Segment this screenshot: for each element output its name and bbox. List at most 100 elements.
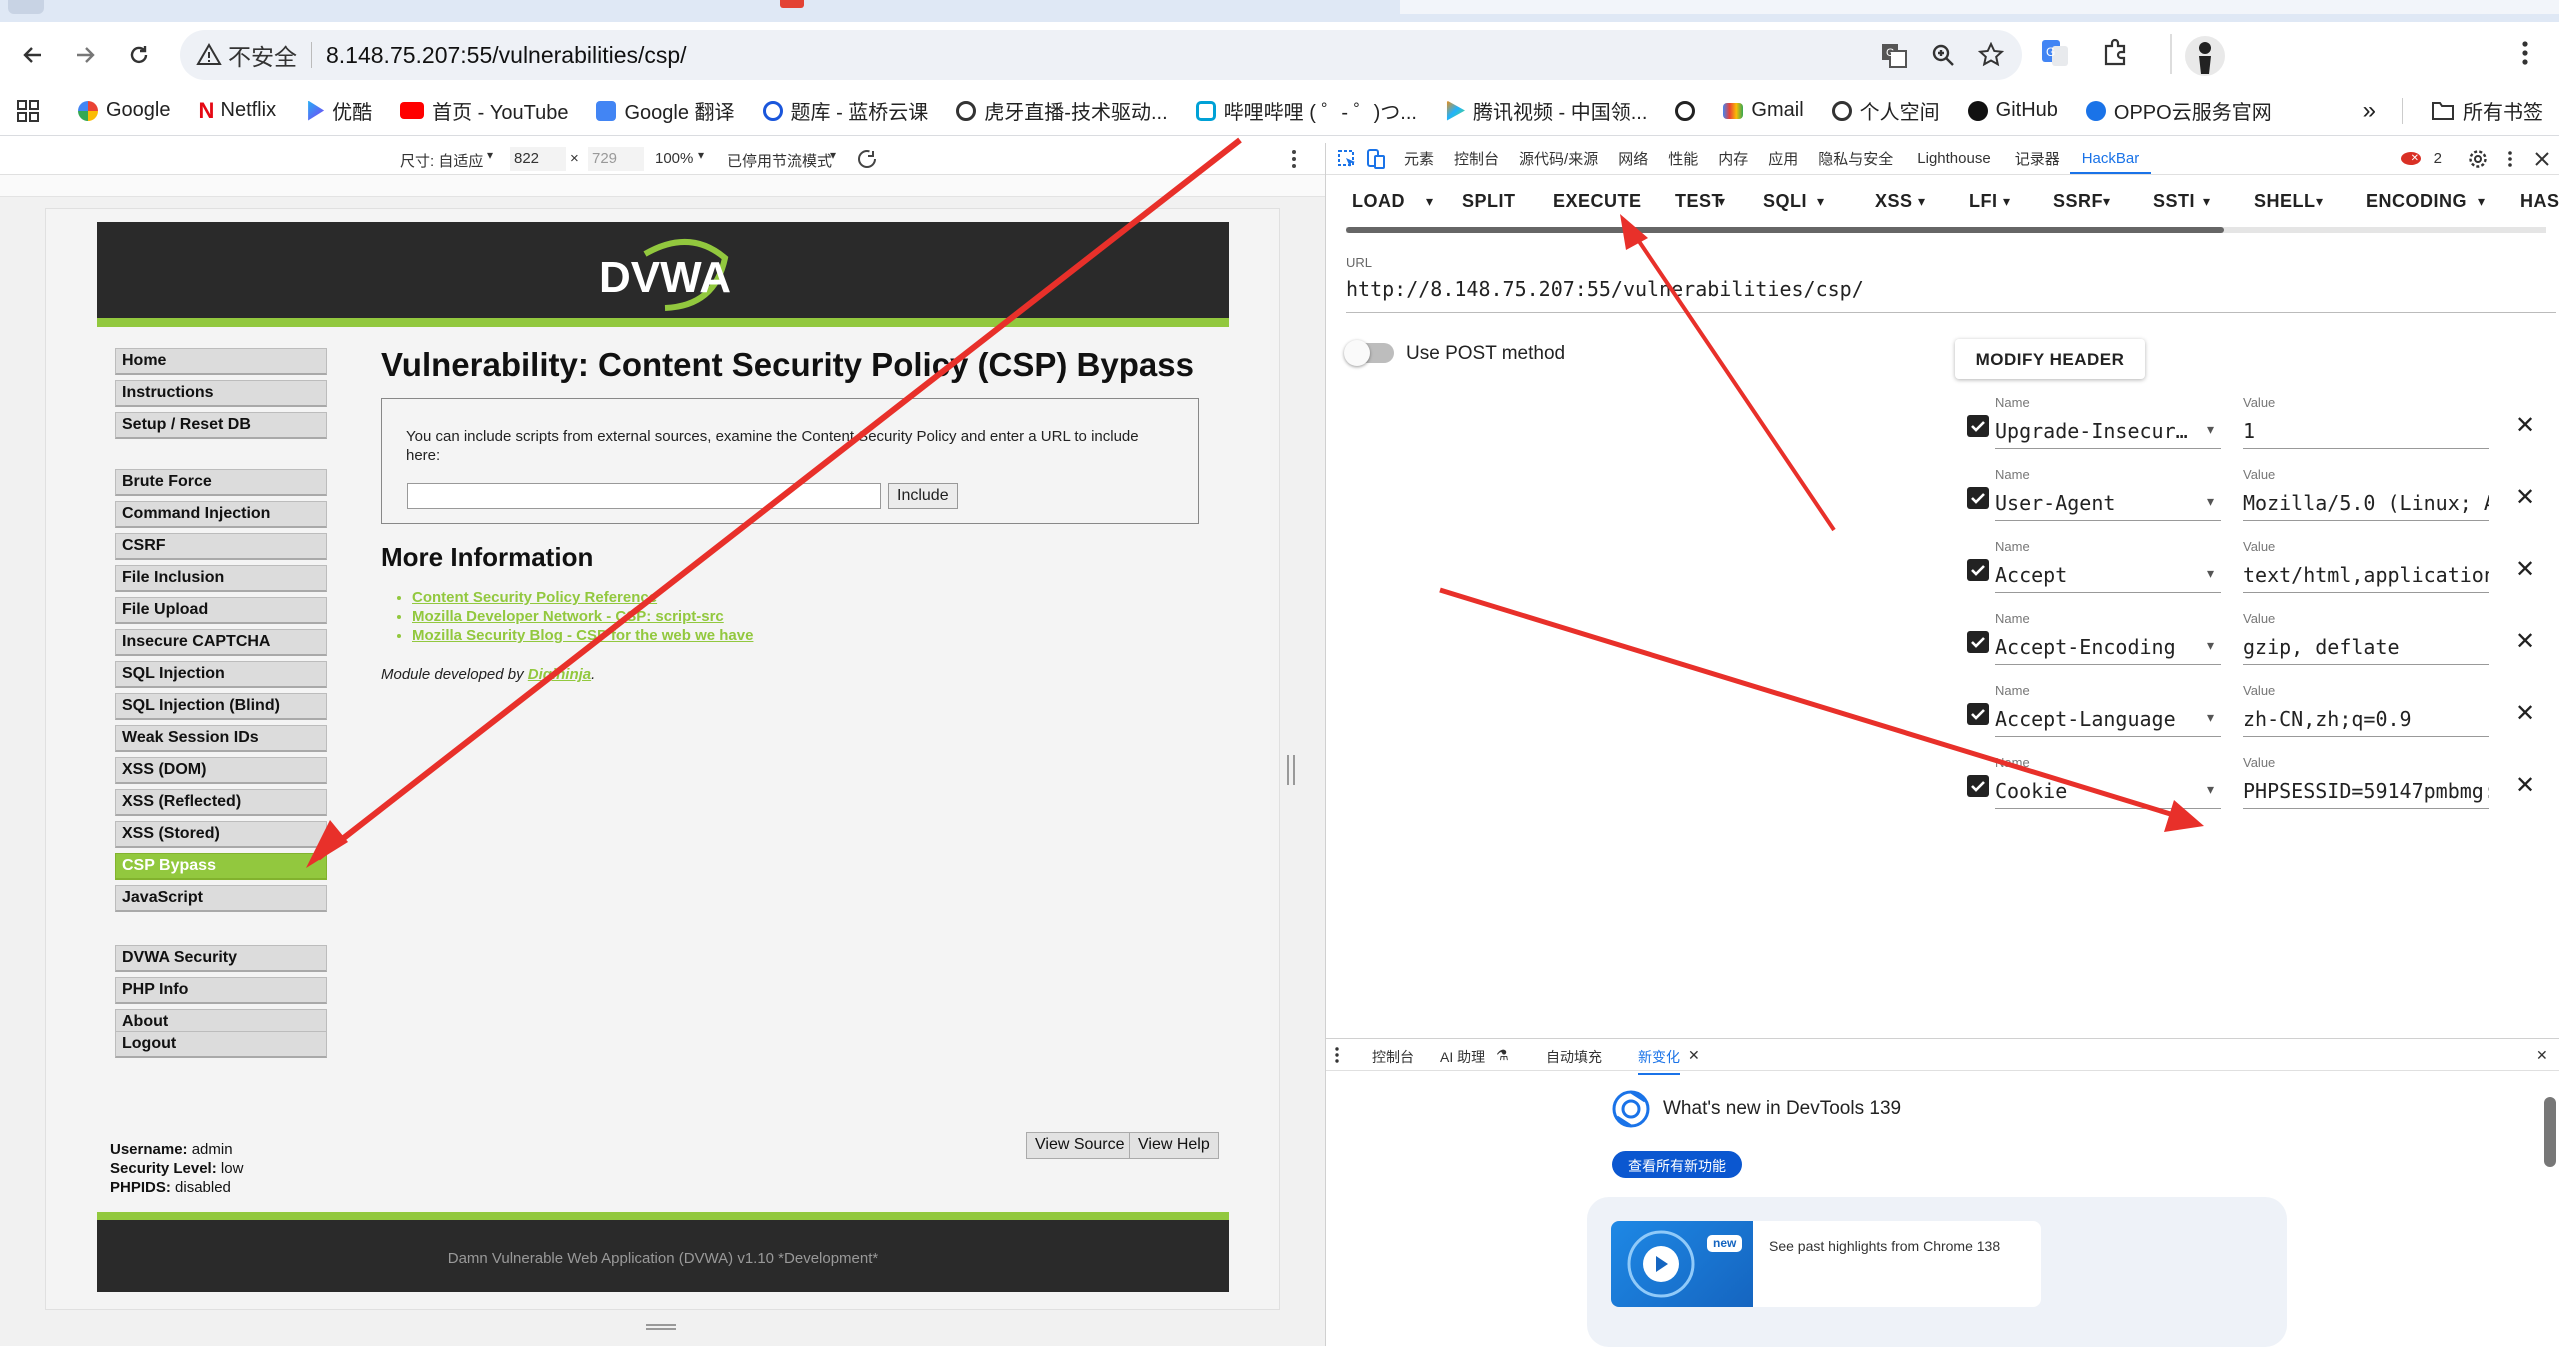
menu-item-brute-force[interactable]: Brute Force [115, 469, 327, 496]
tab-elements[interactable]: 元素 [1394, 148, 1444, 169]
sqli-menu[interactable]: SQLI [1763, 191, 1807, 212]
forward-button[interactable] [68, 38, 102, 72]
device-toolbar-icon[interactable] [1364, 148, 1386, 170]
header-enabled-checkbox[interactable] [1967, 559, 1989, 581]
menu-item-xss-reflected[interactable]: XSS (Reflected) [115, 789, 327, 816]
all-bookmarks-button[interactable]: 所有书签 [2417, 96, 2559, 125]
remove-header-icon[interactable]: ✕ [2515, 411, 2535, 440]
profile-avatar[interactable] [2185, 36, 2225, 76]
bookmark-huya[interactable]: 虎牙直播-技术驱动... [942, 96, 1181, 125]
menu-item-weak-session-ids[interactable]: Weak Session IDs [115, 725, 327, 752]
menu-item-file-inclusion[interactable]: File Inclusion [115, 565, 327, 592]
hackbar-url-input[interactable]: http://8.148.75.207:55/vulnerabilities/c… [1346, 277, 2556, 313]
shell-menu[interactable]: SHELL [2254, 191, 2316, 212]
tab-stub[interactable] [8, 0, 44, 14]
more-options-icon[interactable] [2506, 149, 2514, 169]
height-input[interactable]: 729 [588, 147, 644, 171]
header-name-select[interactable]: Upgrade-Insecur… [1995, 417, 2221, 449]
toggle-knob[interactable] [1344, 340, 1370, 366]
menu-item-logout[interactable]: Logout [115, 1031, 327, 1058]
tab-hackbar[interactable]: HackBar [2069, 144, 2152, 174]
include-url-input[interactable] [407, 483, 881, 509]
tab-sources[interactable]: 源代码/来源 [1509, 148, 1608, 169]
tab-application[interactable]: 应用 [1758, 148, 1808, 169]
encoding-menu[interactable]: ENCODING [2366, 191, 2467, 212]
bookmark-openai[interactable] [1661, 100, 1709, 121]
view-help-button[interactable]: View Help [1129, 1132, 1219, 1159]
remove-header-icon[interactable]: ✕ [2515, 627, 2535, 656]
more-bookmarks-button[interactable]: » [2363, 97, 2376, 125]
menu-item-xss-dom[interactable]: XSS (DOM) [115, 757, 327, 784]
menu-item-xss-stored[interactable]: XSS (Stored) [115, 821, 327, 848]
header-name-select[interactable]: Accept-Encoding [1995, 633, 2221, 665]
bookmark-youku[interactable]: 优酷 [290, 96, 386, 125]
xss-menu[interactable]: XSS [1875, 191, 1913, 212]
close-drawer-icon[interactable]: ✕ [2536, 1047, 2548, 1064]
test-menu[interactable]: TEST [1675, 191, 1723, 212]
remove-header-icon[interactable]: ✕ [2515, 699, 2535, 728]
hackbar-menu-scrollbar[interactable] [1346, 227, 2546, 233]
gear-icon[interactable] [2468, 149, 2488, 169]
tab-recorder[interactable]: 记录器 [2005, 148, 2070, 169]
menu-item-command-injection[interactable]: Command Injection [115, 501, 327, 528]
drawer-menu-icon[interactable] [1334, 1046, 1340, 1064]
menu-item-sql-injection-blind[interactable]: SQL Injection (Blind) [115, 693, 327, 720]
close-icon[interactable] [2534, 151, 2550, 167]
see-all-features-button[interactable]: 查看所有新功能 [1612, 1151, 1742, 1178]
url-text[interactable]: 8.148.75.207:55/vulnerabilities/csp/ [326, 42, 687, 69]
include-button[interactable]: Include [888, 483, 958, 509]
menu-item-instructions[interactable]: Instructions [115, 380, 327, 407]
header-enabled-checkbox[interactable] [1967, 487, 1989, 509]
error-badge[interactable]: ✕ 2 [2393, 150, 2460, 167]
extensions-icon[interactable] [2100, 38, 2140, 74]
split-button[interactable]: SPLIT [1462, 191, 1516, 212]
header-name-select[interactable]: Accept-Language [1995, 705, 2221, 737]
menu-item-csp-bypass[interactable]: CSP Bypass [115, 853, 327, 880]
header-value-input[interactable]: text/html,application [2243, 561, 2489, 593]
menu-item-php-info[interactable]: PHP Info [115, 977, 327, 1004]
apps-grid-icon[interactable] [16, 99, 40, 123]
ssrf-menu[interactable]: SSRF [2053, 191, 2103, 212]
developer-link[interactable]: Digininja [528, 666, 591, 683]
tab-memory[interactable]: 内存 [1708, 148, 1758, 169]
bookmark-youtube[interactable]: 首页 - YouTube [386, 96, 582, 125]
link-mozilla-blog[interactable]: Mozilla Security Blog - CSP for the web … [412, 626, 753, 645]
translate-icon[interactable]: G [1880, 41, 1908, 69]
bookmark-oppo[interactable]: OPPO云服务官网 [2072, 96, 2286, 125]
bookmark-gmail[interactable]: Gmail [1709, 99, 1817, 122]
width-input[interactable]: 822 [510, 147, 566, 171]
zoom-select[interactable]: 100% [655, 150, 693, 167]
drawer-tab-whats-new[interactable]: 新变化 [1638, 1047, 1680, 1075]
zoom-icon[interactable] [1930, 42, 1956, 68]
menu-item-home[interactable]: Home [115, 348, 327, 375]
back-button[interactable] [16, 38, 50, 72]
header-enabled-checkbox[interactable] [1967, 703, 1989, 725]
tab-network[interactable]: 网络 [1608, 148, 1658, 169]
remove-header-icon[interactable]: ✕ [2515, 483, 2535, 512]
header-enabled-checkbox[interactable] [1967, 631, 1989, 653]
throttle-select[interactable]: 已停用节流模式 [727, 150, 832, 171]
tab-performance[interactable]: 性能 [1658, 148, 1708, 169]
not-secure-label[interactable]: 不安全 [228, 38, 297, 72]
bookmark-lanqiao[interactable]: 题库 - 蓝桥云课 [749, 96, 943, 125]
remove-header-icon[interactable]: ✕ [2515, 771, 2535, 800]
menu-item-sql-injection[interactable]: SQL Injection [115, 661, 327, 688]
menu-item-csrf[interactable]: CSRF [115, 533, 327, 560]
scrollbar-thumb[interactable] [1346, 227, 2224, 233]
link-text[interactable]: Mozilla Developer Network - CSP: script-… [412, 608, 724, 625]
ssti-menu[interactable]: SSTI [2153, 191, 2195, 212]
link-csp-reference[interactable]: Content Security Policy Reference [412, 588, 753, 607]
header-value-input[interactable]: gzip, deflate [2243, 633, 2489, 665]
tab-active-region[interactable] [1400, 0, 2559, 14]
bookmark-github[interactable]: GitHub [1954, 99, 2072, 122]
bookmark-google-translate[interactable]: Google 翻译 [582, 96, 748, 125]
drawer-tab-ai-assistant[interactable]: AI 助理 [1440, 1047, 1485, 1067]
menu-item-file-upload[interactable]: File Upload [115, 597, 327, 624]
reload-button[interactable] [122, 38, 156, 72]
tab-privacy-security[interactable]: 隐私与安全 [1808, 148, 1903, 169]
execute-button[interactable]: EXECUTE [1553, 191, 1642, 212]
google-translate-extension-icon[interactable]: G [2040, 38, 2080, 74]
lfi-menu[interactable]: LFI [1969, 191, 1998, 212]
drawer-scrollbar[interactable] [2544, 1097, 2556, 1167]
bookmark-star-icon[interactable] [1978, 42, 2004, 68]
